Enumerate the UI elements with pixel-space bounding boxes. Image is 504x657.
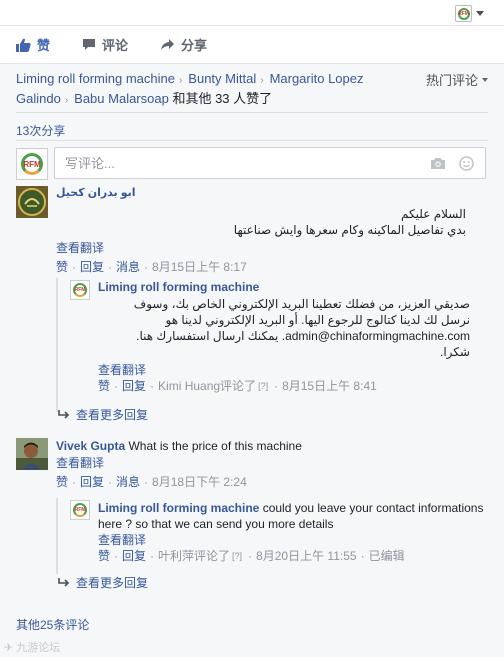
comment-item: Vivek Gupta What is the price of this ma… <box>16 438 488 498</box>
reply-text-line: صديقي العزيز، من فضلك تعطينا البريد الإل… <box>133 297 470 311</box>
reply-text-line: نرسل لك لدينا كتالوج للرجوع اليها. أو ال… <box>165 313 470 327</box>
comment-button[interactable]: 评论 <box>82 35 128 54</box>
comment-text: Vivek Gupta What is the price of this ma… <box>56 438 488 454</box>
view-more-replies-link[interactable]: 查看更多回复 <box>58 406 148 423</box>
separator: › <box>178 75 183 86</box>
watermark-text: 九游论坛 <box>16 642 61 654</box>
share-label: 分享 <box>181 38 208 53</box>
comment-author[interactable]: ابو بدران كحيل <box>56 186 488 200</box>
reply-link[interactable]: 回复 <box>122 548 146 564</box>
reply-arrow-icon <box>58 409 70 419</box>
comment-text-line: السلام عليكم <box>401 207 466 221</box>
like-link[interactable]: 赞 <box>56 259 68 275</box>
reply-link[interactable]: 回复 <box>122 378 146 394</box>
replies-thread: RFM Liming roll forming machine صديقي ال… <box>56 278 488 412</box>
view-more-replies-label: 查看更多回复 <box>76 408 149 422</box>
see-translation-link[interactable]: 查看翻译 <box>56 240 488 256</box>
avatar: RFM <box>16 148 48 180</box>
info-badge[interactable]: [?] <box>258 378 268 394</box>
comments-panel: Liming roll forming machine › Bunty Mittal… <box>0 64 504 657</box>
comment-author[interactable]: Vivek Gupta <box>56 439 125 453</box>
likers-summary: Liming roll forming machine › Bunty Mittal… <box>16 70 416 110</box>
share-arrow-icon <box>161 39 175 50</box>
replies-thread: RFM Liming roll forming machine could yo… <box>56 498 488 574</box>
reply-arrow-icon <box>58 577 70 587</box>
watermark: ✈ 九游论坛 <box>4 639 60 655</box>
comment-body: ابو بدران كحيل السلام عليكم بدي تفاصيل ا… <box>56 186 488 275</box>
reply-link[interactable]: 回复 <box>80 474 104 490</box>
comment-text-content: What is the price of this machine <box>128 439 302 453</box>
chevron-down-icon <box>476 10 484 16</box>
liker-link[interactable]: Bunty Mittal <box>188 71 256 86</box>
sort-label: 热门评论 <box>425 73 478 88</box>
watermark-icon: ✈ <box>4 641 14 654</box>
reply-text-line: admin@chinaformingmachine.com. يمكنك ارس… <box>136 329 470 343</box>
comment-meta: 赞 · 回复 · 消息 · 8月18日下午 2:24 <box>56 474 247 490</box>
edited-label[interactable]: 已编辑 <box>369 548 405 564</box>
info-badge[interactable]: [?] <box>232 548 242 564</box>
message-link[interactable]: 消息 <box>116 474 140 490</box>
likers-suffix: 和其他 33 人赞了 <box>172 91 273 106</box>
top-bar: RFM <box>0 0 504 26</box>
action-bar: 赞 评论 分享 <box>0 26 504 64</box>
camera-icon[interactable] <box>429 154 447 172</box>
separator: › <box>64 95 69 106</box>
divider <box>16 140 488 141</box>
reply-meta: 赞 · 回复 · 叶利萍评论了 [?] · 8月20日上午 11:55 · 已编辑 <box>98 548 405 564</box>
like-link[interactable]: 赞 <box>56 474 68 490</box>
share-count-link[interactable]: 13次分享 <box>16 122 65 139</box>
timestamp[interactable]: 8月18日下午 2:24 <box>152 474 247 490</box>
timestamp[interactable]: 8月15日上午 8:41 <box>282 378 377 394</box>
share-button[interactable]: 分享 <box>160 35 207 54</box>
reply-item: RFM Liming roll forming machine صديقي ال… <box>70 280 488 410</box>
sort-dropdown[interactable]: 热门评论 <box>426 70 488 89</box>
separator: › <box>260 75 264 86</box>
timestamp[interactable]: 8月20日上午 11:55 <box>256 548 357 564</box>
page-logo: RFM <box>455 4 472 22</box>
view-more-replies-label: 查看更多回复 <box>76 576 149 590</box>
like-link[interactable]: 赞 <box>98 548 110 564</box>
like-button[interactable]: 赞 <box>16 35 50 54</box>
comment-input[interactable] <box>63 154 429 172</box>
speech-bubble-icon <box>83 39 96 50</box>
reply-text: Liming roll forming machine could you le… <box>98 500 488 532</box>
reply-text-line: شكرا. <box>440 345 470 359</box>
liker-link[interactable]: Liming roll forming machine <box>16 71 175 86</box>
chevron-down-icon <box>482 77 488 82</box>
liker-link[interactable]: Babu Malarsoap <box>74 91 169 106</box>
comment-text: السلام عليكم بدي تفاصيل الماكينه وكام سع… <box>56 206 466 238</box>
comment-composer <box>54 147 486 179</box>
avatar[interactable] <box>16 186 48 218</box>
avatar[interactable]: RFM <box>70 500 90 520</box>
avatar[interactable] <box>16 438 48 470</box>
like-link[interactable]: 赞 <box>98 378 110 394</box>
comment-text-line: بدي تفاصيل الماكينه وكام سعرها وايش صناع… <box>233 223 466 237</box>
reply-author[interactable]: Liming roll forming machine <box>98 280 488 294</box>
view-more-replies-link[interactable]: 查看更多回复 <box>58 574 148 591</box>
reply-body: Liming roll forming machine صديقي العزيز… <box>98 280 488 394</box>
reply-author[interactable]: Liming roll forming machine <box>98 501 259 515</box>
replied-by: 叶利萍评论了 <box>158 549 231 563</box>
thumbs-up-icon <box>16 38 31 52</box>
replied-by: Kimi Huang评论了 <box>158 379 257 393</box>
reply-meta: 赞 · 回复 · Kimi Huang评论了 [?] · 8月15日上午 8:41 <box>98 378 377 394</box>
see-translation-link[interactable]: 查看翻译 <box>56 455 488 471</box>
reply-link[interactable]: 回复 <box>80 259 104 275</box>
timestamp[interactable]: 8月15日上午 8:17 <box>152 259 247 275</box>
like-label: 赞 <box>37 38 51 53</box>
see-translation-link[interactable]: 查看翻译 <box>98 362 488 378</box>
view-more-comments-link[interactable]: 其他25条评论 <box>16 616 89 633</box>
page-selector[interactable]: RFM <box>455 4 484 22</box>
message-link[interactable]: 消息 <box>116 259 140 275</box>
reply-text: صديقي العزيز، من فضلك تعطينا البريد الإل… <box>98 296 488 360</box>
see-translation-link[interactable]: 查看翻译 <box>98 532 488 548</box>
comment-meta: 赞 · 回复 · 消息 · 8月15日上午 8:17 <box>56 259 247 275</box>
avatar[interactable]: RFM <box>70 280 90 300</box>
divider <box>16 112 488 113</box>
reply-body: Liming roll forming machine could you le… <box>98 500 488 564</box>
reply-item: RFM Liming roll forming machine could yo… <box>70 500 488 572</box>
smiley-icon[interactable] <box>457 154 475 172</box>
comment-body: Vivek Gupta What is the price of this ma… <box>56 438 488 490</box>
comment-label: 评论 <box>102 38 129 53</box>
